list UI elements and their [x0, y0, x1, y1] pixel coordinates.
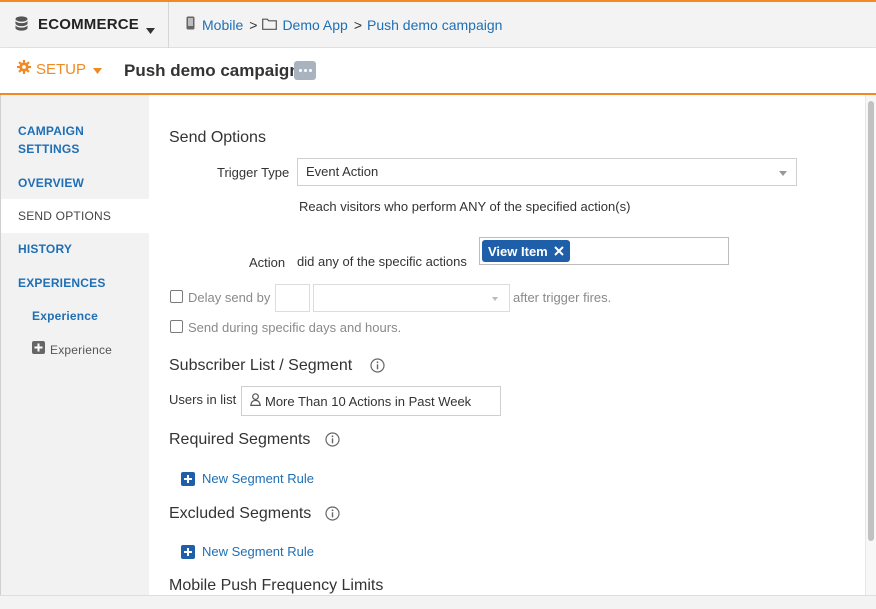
trigger-type-value: Event Action [306, 164, 379, 179]
gear-icon [17, 60, 31, 78]
delay-amount-input[interactable] [275, 284, 310, 312]
footer-strip [0, 595, 876, 609]
database-icon [15, 16, 28, 37]
info-icon[interactable] [325, 506, 340, 526]
required-new-segment-rule[interactable]: New Segment Rule [181, 471, 314, 486]
excluded-new-segment-rule-label: New Segment Rule [202, 544, 314, 559]
add-icon [181, 471, 195, 486]
campaign-title: Push demo campaign [124, 61, 296, 80]
trigger-note: Reach visitors who perform ANY of the sp… [299, 199, 631, 214]
setup-bar: SETUP Push demo campaign [0, 48, 876, 95]
sidebar-item-experiences[interactable]: EXPERIENCES [1, 274, 150, 292]
dropdown-arrow-icon [779, 171, 787, 176]
setup-menu-button[interactable]: SETUP [17, 60, 103, 78]
scrollbar[interactable] [865, 95, 876, 595]
add-icon [32, 341, 45, 359]
sidebar: CAMPAIGN SETTINGS OVERVIEW SEND OPTIONS … [0, 95, 150, 595]
breadcrumb-demo-app[interactable]: Demo App [282, 17, 347, 33]
subscriber-title: Subscriber List / Segment [169, 357, 353, 374]
frequency-limits-title: Mobile Push Frequency Limits [169, 577, 384, 594]
excluded-new-segment-rule[interactable]: New Segment Rule [181, 544, 314, 559]
close-icon[interactable] [554, 244, 564, 259]
info-icon[interactable] [370, 358, 385, 378]
sidebar-add-experience[interactable]: Experience [1, 341, 150, 359]
action-description: did any of the specific actions [297, 254, 467, 269]
sidebar-add-experience-label: Experience [50, 343, 113, 357]
sidebar-item-overview[interactable]: OVERVIEW [1, 174, 150, 192]
sidebar-item-send-options[interactable]: SEND OPTIONS [1, 199, 150, 233]
sidebar-item-history[interactable]: HISTORY [1, 240, 150, 258]
subscriber-list-value: More Than 10 Actions in Past Week [265, 393, 472, 409]
caret-down-icon [93, 61, 103, 78]
setup-label: SETUP [36, 60, 87, 78]
delay-send-label: Delay send by [188, 290, 271, 305]
main-content: Send Options Trigger Type Event Action R… [149, 95, 865, 595]
info-icon[interactable] [325, 432, 340, 452]
schedule-label: Send during specific days and hours. [188, 320, 402, 335]
breadcrumb: Mobile > Demo App > Push demo campaign [186, 16, 502, 33]
caret-down-icon[interactable] [146, 21, 155, 39]
dropdown-arrow-icon [492, 297, 498, 301]
action-tag-input[interactable]: View Item [479, 237, 729, 265]
scrollbar-thumb[interactable] [868, 101, 874, 541]
trigger-type-label: Trigger Type [217, 165, 290, 180]
sidebar-item-campaign-settings[interactable]: CAMPAIGN SETTINGS [1, 122, 131, 158]
breadcrumb-separator: > [353, 16, 362, 33]
more-options-button[interactable] [294, 61, 316, 80]
send-options-title: Send Options [169, 129, 266, 146]
delay-send-checkbox[interactable] [170, 290, 183, 303]
subscriber-list-picker[interactable]: More Than 10 Actions in Past Week [241, 386, 501, 416]
action-label: Action [249, 255, 286, 270]
folder-icon [262, 17, 282, 33]
breadcrumb-campaign[interactable]: Push demo campaign [367, 17, 502, 33]
trigger-type-select[interactable]: Event Action [297, 158, 797, 186]
required-segments-title: Required Segments [169, 431, 311, 448]
user-icon [250, 393, 261, 409]
action-tag: View Item [482, 240, 570, 262]
app-switcher[interactable]: ECOMMERCE [0, 2, 169, 48]
breadcrumb-separator: > [249, 16, 258, 33]
breadcrumb-mobile[interactable]: Mobile [202, 17, 243, 33]
action-tag-label: View Item [488, 243, 548, 259]
top-bar: ECOMMERCE Mobile > Demo App > Push demo … [0, 0, 876, 48]
schedule-checkbox[interactable] [170, 320, 183, 333]
required-new-segment-rule-label: New Segment Rule [202, 471, 314, 486]
phone-icon [186, 16, 202, 33]
sidebar-item-experience[interactable]: Experience [1, 307, 150, 325]
excluded-segments-title: Excluded Segments [169, 505, 312, 522]
app-name[interactable]: ECOMMERCE [38, 16, 139, 33]
delay-suffix: after trigger fires. [513, 290, 612, 305]
add-icon [181, 544, 195, 559]
users-in-list-label: Users in list [169, 392, 237, 407]
delay-unit-select[interactable] [313, 284, 510, 312]
